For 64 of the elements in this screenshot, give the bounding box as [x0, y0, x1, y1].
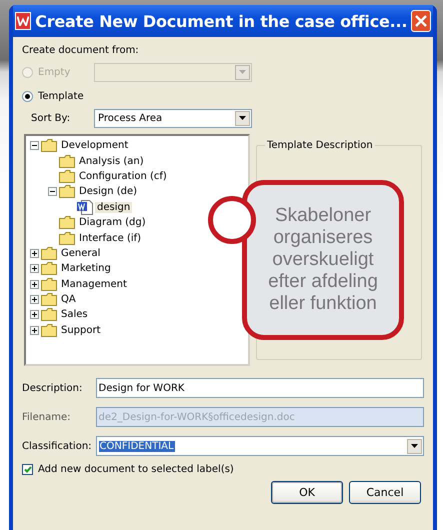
dialog-button[interactable]: OK — [271, 481, 343, 504]
expand-toggle[interactable] — [30, 264, 39, 274]
caret-icon — [239, 70, 246, 74]
folder-icon — [59, 232, 75, 245]
input-field[interactable]: Design for WORK — [96, 378, 424, 398]
tree-item[interactable]: Management — [59, 278, 129, 290]
folder-icon — [59, 216, 75, 230]
tree-item[interactable]: design — [95, 202, 132, 213]
minus-icon — [50, 189, 55, 194]
caret-icon — [239, 116, 246, 120]
expand-toggle[interactable] — [30, 326, 39, 335]
collapse-toggle[interactable] — [30, 141, 39, 150]
close-button[interactable] — [411, 10, 431, 32]
folder-icon — [59, 170, 75, 183]
dialog-button[interactable]: Cancel — [349, 481, 421, 504]
window-title: Create New Document in the case office... — [35, 12, 408, 30]
tree-item[interactable]: Diagram (dg) — [77, 217, 148, 228]
folder-icon — [59, 154, 75, 168]
minus-icon — [32, 143, 37, 148]
section-label: Create document from: — [22, 45, 140, 56]
app-logo-icon — [15, 12, 32, 30]
folder-icon — [59, 185, 75, 198]
folder-icon — [41, 324, 57, 337]
caret-icon — [411, 444, 418, 448]
plus-icon — [32, 297, 37, 302]
classification-dropdown[interactable]: CONFIDENTIAL — [96, 436, 424, 456]
plus-icon — [32, 266, 37, 272]
tree-item[interactable]: Analysis (an) — [77, 156, 146, 167]
sort-by-dropdown[interactable]: Process Area — [94, 108, 252, 128]
tree-item[interactable]: Development — [59, 140, 130, 152]
plus-icon — [32, 282, 37, 287]
tree-item[interactable]: Configuration (cf) — [77, 170, 169, 182]
tree-item[interactable]: Design (de) — [77, 186, 140, 198]
expand-toggle[interactable] — [30, 280, 39, 289]
field-label: Filename: — [22, 412, 72, 422]
expand-toggle[interactable] — [30, 248, 39, 258]
folder-icon — [41, 246, 57, 260]
radio-button[interactable]: Template — [22, 90, 88, 102]
field-label: Classification: — [22, 440, 92, 452]
expand-toggle[interactable] — [30, 310, 39, 320]
tree-item[interactable]: General — [59, 248, 102, 259]
tree-item[interactable]: Interface (if) — [77, 232, 144, 244]
folder-icon — [41, 262, 57, 276]
folder-icon — [41, 293, 57, 306]
plus-icon — [32, 250, 37, 256]
word-document-icon — [77, 200, 93, 215]
checkbox[interactable] — [22, 464, 33, 475]
close-icon — [414, 14, 428, 28]
folder-icon — [41, 308, 57, 322]
tree-item[interactable]: QA — [59, 294, 78, 306]
field-label: Description: — [22, 382, 84, 394]
checkbox-label: Add new document to selected label(s) — [38, 464, 234, 475]
sort-by-label: Sort By: — [30, 112, 72, 124]
plus-icon — [32, 328, 37, 333]
tree-item[interactable]: Sales — [59, 309, 90, 320]
collapse-toggle[interactable] — [48, 187, 57, 196]
tree-item[interactable]: Marketing — [59, 263, 113, 274]
panel-title: Template Description — [266, 140, 374, 151]
tree-item[interactable]: Support — [59, 324, 103, 336]
expand-toggle[interactable] — [30, 295, 39, 304]
folder-icon — [41, 139, 57, 152]
plus-icon — [32, 312, 37, 318]
callout-text: Skabeloner organiseres overskueligt efter afdeling eller funktion — [267, 205, 379, 315]
folder-icon — [41, 278, 57, 291]
